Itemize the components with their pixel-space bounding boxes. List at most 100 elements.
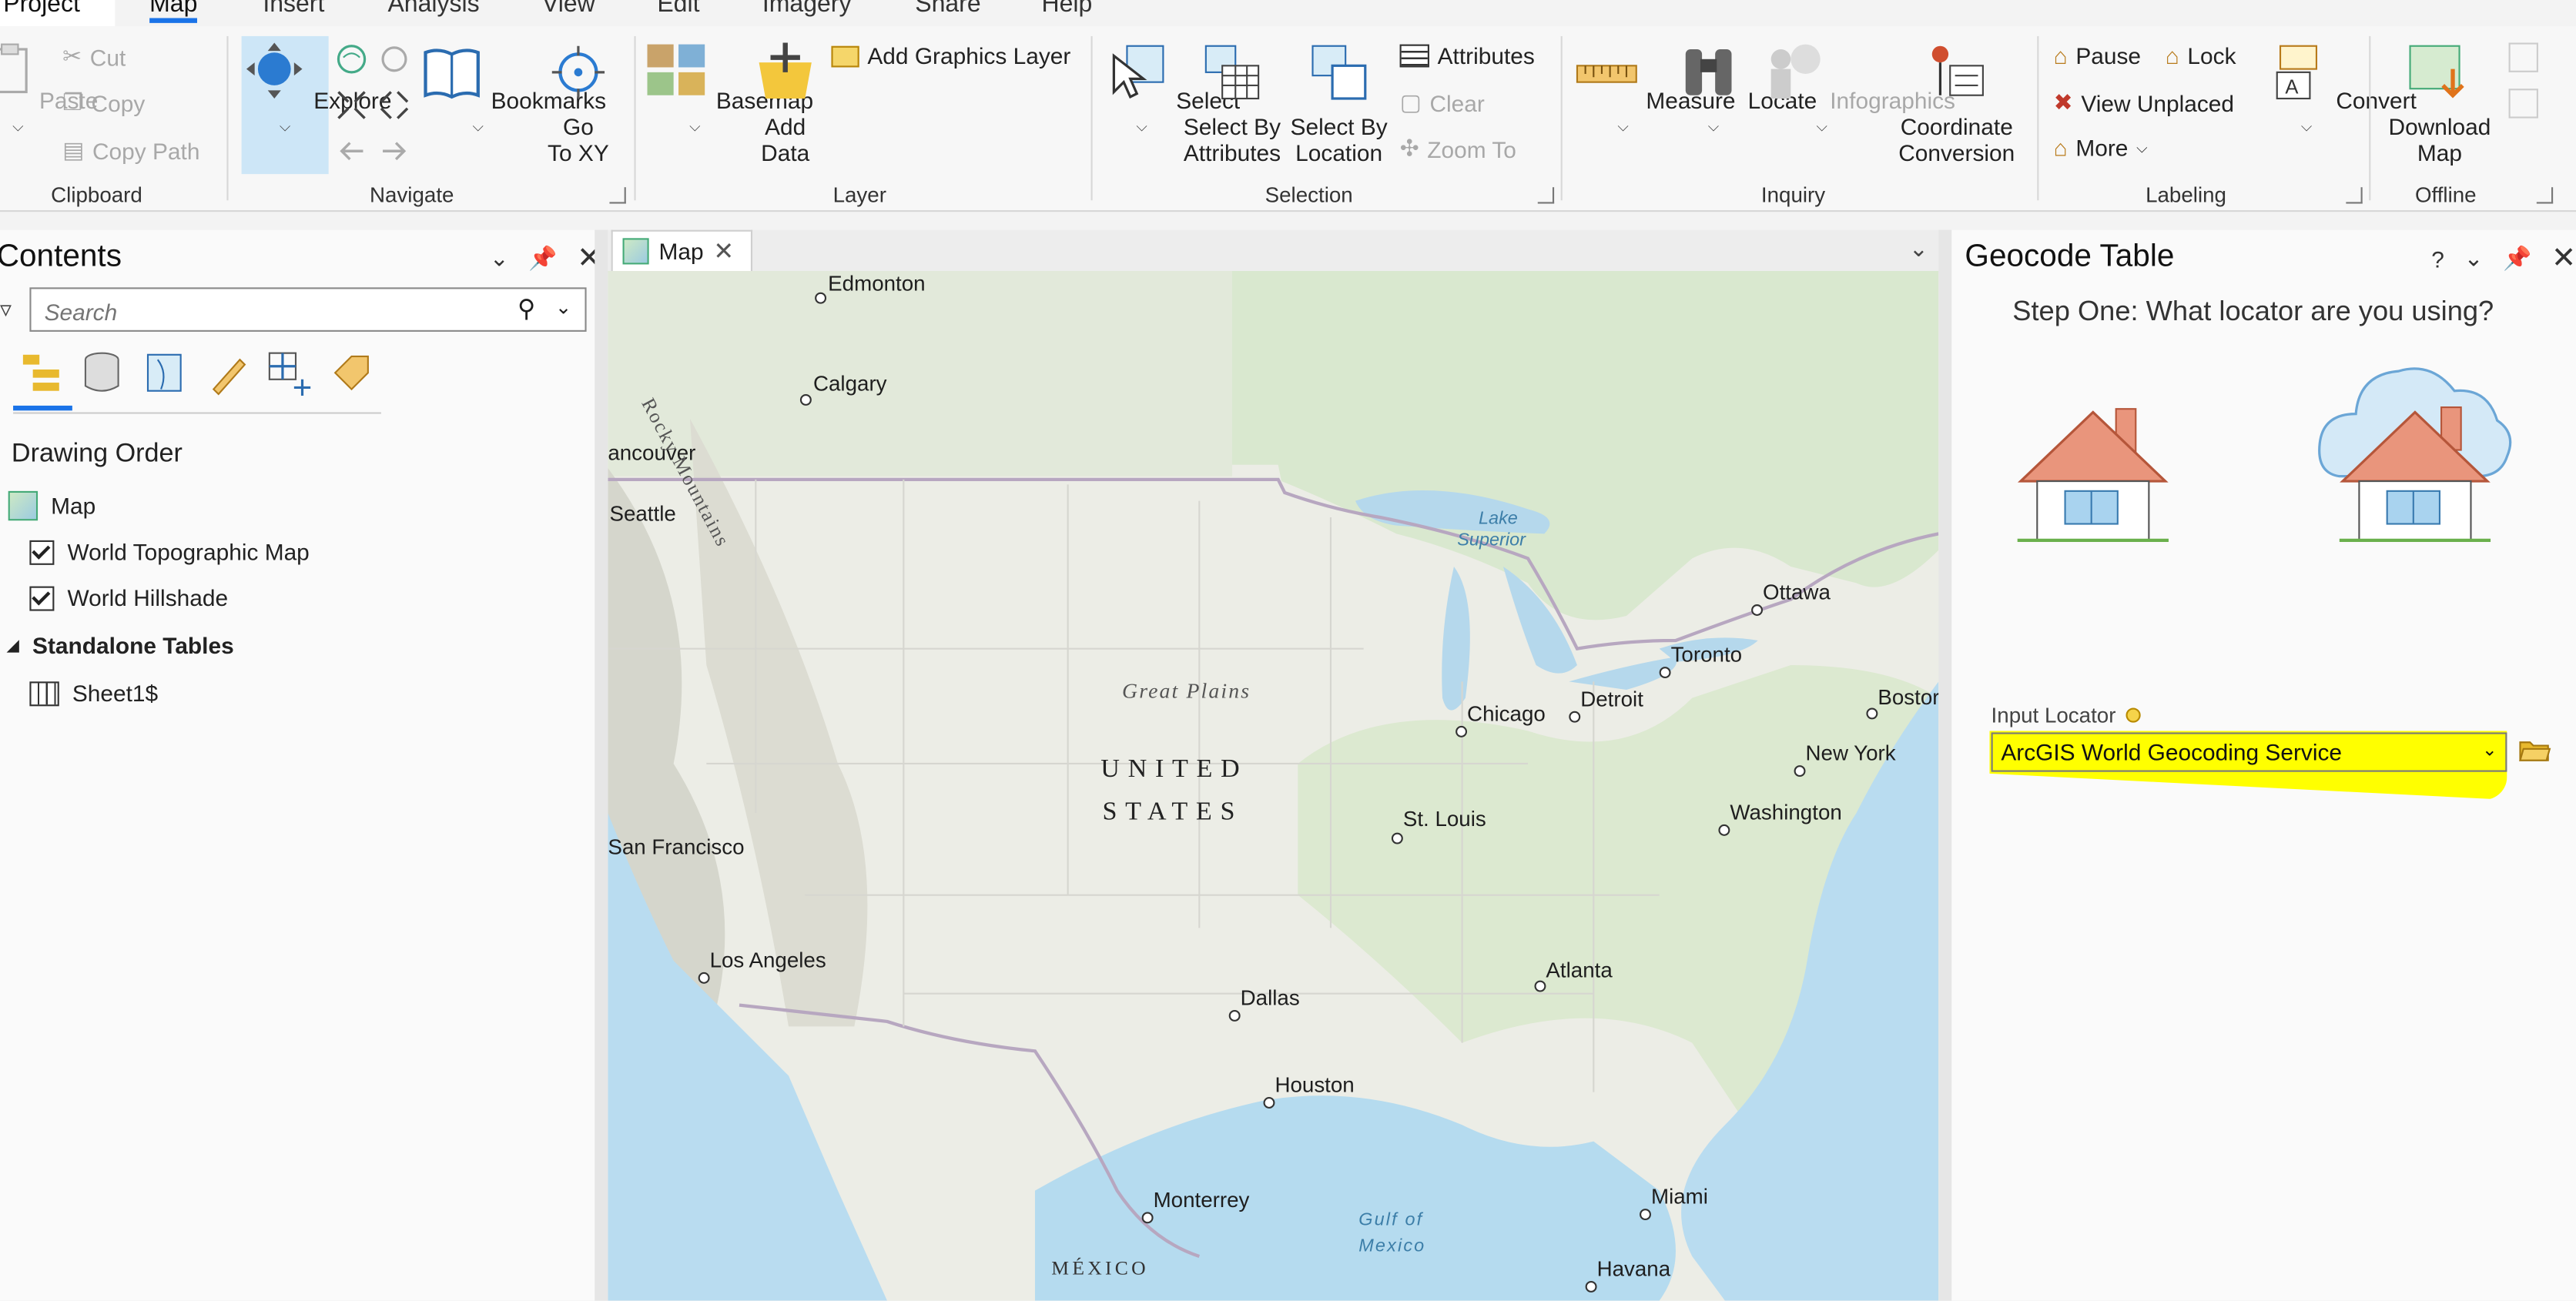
tab-insert[interactable]: Insert bbox=[263, 0, 324, 18]
layer-visibility-checkbox[interactable] bbox=[29, 585, 55, 610]
next-extent-icon[interactable] bbox=[378, 135, 411, 168]
search-input[interactable] bbox=[41, 297, 491, 327]
input-locator-dropdown[interactable]: ArcGIS World Geocoding Service ⌄ bbox=[1991, 732, 2507, 772]
select-by-location-button[interactable]: Select By Location bbox=[1288, 39, 1390, 166]
bookmarks-button[interactable]: Bookmarks ⌵ bbox=[419, 39, 606, 139]
collapse-triangle-icon[interactable]: ◢ bbox=[7, 637, 19, 654]
chevron-down-icon[interactable]: ⌄ bbox=[490, 245, 509, 273]
attributes-table-icon bbox=[1399, 44, 1429, 68]
city-label-monterrey: Monterrey bbox=[1153, 1187, 1250, 1212]
city-marker bbox=[1794, 765, 1806, 778]
standalone-tables-label: Standalone Tables bbox=[32, 632, 234, 659]
pane-splitter[interactable] bbox=[595, 229, 608, 1301]
lock-labels-button[interactable]: ⌂ Lock bbox=[2166, 42, 2236, 69]
convert-labels-button[interactable]: A Convert ⌵ bbox=[2264, 39, 2417, 139]
explore-icon bbox=[246, 42, 303, 99]
tab-view[interactable]: View bbox=[542, 0, 595, 18]
map-view-tab[interactable]: Map ✕ bbox=[611, 229, 753, 271]
copy-button[interactable]: ❐ Copy bbox=[62, 89, 145, 116]
copy-path-button[interactable]: ▤ Copy Path bbox=[62, 136, 199, 164]
group-label-clipboard: Clipboard bbox=[51, 182, 142, 207]
navigate-launcher[interactable] bbox=[609, 187, 626, 204]
download-map-icon bbox=[2409, 45, 2464, 99]
view-unplaced-button[interactable]: ✖ View Unplaced bbox=[2054, 89, 2234, 116]
chevron-down-icon[interactable]: ⌄ bbox=[2464, 245, 2484, 273]
toc-layer-world-hillshade[interactable]: World Hillshade bbox=[29, 584, 229, 611]
locate-button[interactable]: Locate ⌵ bbox=[1676, 39, 1817, 139]
selection-launcher[interactable] bbox=[1537, 187, 1555, 204]
help-icon[interactable]: ? bbox=[2431, 246, 2444, 272]
select-by-attributes-icon bbox=[1204, 45, 1260, 100]
basemap-canvas bbox=[608, 270, 1939, 1301]
list-by-drawing-order-icon[interactable] bbox=[20, 349, 66, 396]
cut-button[interactable]: ✂ Cut bbox=[62, 42, 126, 70]
pin-icon[interactable]: 📌 bbox=[528, 245, 557, 273]
tab-imagery[interactable]: Imagery bbox=[762, 0, 852, 18]
input-locator-label: Input Locator bbox=[1991, 703, 2116, 728]
table-icon bbox=[29, 681, 59, 706]
list-by-snapping-icon[interactable] bbox=[266, 349, 313, 396]
measure-ruler-icon bbox=[1576, 65, 1637, 83]
tab-map[interactable]: Map bbox=[149, 0, 198, 23]
infographics-button[interactable]: Infographics ⌵ bbox=[1758, 39, 1955, 139]
download-map-button[interactable]: Download Map bbox=[2382, 39, 2497, 166]
search-options-chevron-icon[interactable]: ⌄ bbox=[555, 296, 571, 319]
attributes-button[interactable]: Attributes bbox=[1399, 42, 1535, 69]
clear-selection-button[interactable]: ▢ Clear bbox=[1400, 89, 1485, 116]
toc-table-sheet1[interactable]: Sheet1$ bbox=[29, 680, 158, 706]
basemap-button[interactable]: Basemap ⌵ bbox=[644, 39, 813, 139]
labeling-launcher[interactable] bbox=[2346, 187, 2363, 204]
offline-launcher[interactable] bbox=[2536, 187, 2554, 204]
tab-project[interactable]: Project bbox=[0, 0, 116, 27]
city-marker bbox=[1141, 1212, 1154, 1224]
active-view-indicator bbox=[13, 405, 72, 411]
go-to-xy-button[interactable]: Go To XY bbox=[545, 39, 611, 166]
layer-label: World Hillshade bbox=[67, 584, 229, 611]
tab-edit[interactable]: Edit bbox=[657, 0, 699, 18]
close-tab-icon[interactable]: ✕ bbox=[713, 236, 734, 266]
dropdown-chevron-icon: ⌄ bbox=[2481, 741, 2497, 761]
layer-visibility-checkbox[interactable] bbox=[29, 539, 55, 564]
local-house-icon[interactable] bbox=[2014, 403, 2172, 547]
toc-layer-world-topographic[interactable]: World Topographic Map bbox=[29, 539, 310, 565]
search-icon[interactable]: ⚲ bbox=[518, 294, 535, 323]
list-by-source-icon[interactable] bbox=[82, 349, 125, 396]
browse-folder-icon[interactable] bbox=[2518, 737, 2551, 764]
zoom-out-arrows-icon[interactable] bbox=[378, 89, 411, 122]
contents-pane-controls: ⌄ 📌 ✕ bbox=[490, 242, 602, 276]
select-by-attributes-button[interactable]: Select By Attributes bbox=[1180, 39, 1285, 166]
tab-list-chevron-icon[interactable]: ⌄ bbox=[1909, 235, 1928, 263]
measure-button[interactable]: Measure ⌵ bbox=[1574, 39, 1736, 139]
city-label-san-francisco: San Francisco bbox=[608, 834, 745, 859]
toc-item-map[interactable]: Map bbox=[8, 490, 95, 521]
tab-share[interactable]: Share bbox=[915, 0, 980, 18]
cloud-house-icon[interactable] bbox=[2316, 355, 2514, 549]
sync-icon[interactable] bbox=[2508, 42, 2538, 72]
pin-icon[interactable]: 📌 bbox=[2503, 245, 2531, 273]
zoom-in-arrows-icon[interactable] bbox=[335, 89, 368, 122]
pane-splitter[interactable] bbox=[1938, 229, 1952, 1301]
add-data-button[interactable]: Add Data bbox=[752, 39, 818, 166]
full-extent-icon[interactable] bbox=[335, 42, 368, 75]
toc-standalone-tables[interactable]: ◢ Standalone Tables bbox=[7, 632, 234, 658]
select-button[interactable]: Select ⌵ bbox=[1104, 39, 1240, 139]
paste-button[interactable]: Paste ⌵ bbox=[0, 39, 98, 139]
list-by-selection-icon[interactable] bbox=[145, 349, 187, 396]
remove-offline-icon[interactable] bbox=[2508, 89, 2538, 119]
close-icon[interactable]: ✕ bbox=[2551, 242, 2576, 276]
more-labeling-button[interactable]: ⌂ More ⌵ bbox=[2054, 135, 2148, 161]
list-by-labeling-icon[interactable] bbox=[329, 349, 375, 396]
explore-button[interactable]: Explore ⌵ bbox=[241, 35, 391, 175]
filter-icon[interactable]: ▿ bbox=[0, 296, 12, 323]
previous-extent-icon[interactable] bbox=[335, 135, 368, 168]
tab-help[interactable]: Help bbox=[1042, 0, 1093, 18]
pause-labeling-button[interactable]: ⌂ Pause bbox=[2054, 42, 2141, 69]
fixed-zoom-icon[interactable] bbox=[378, 42, 411, 75]
add-graphics-layer-button[interactable]: Add Graphics Layer bbox=[831, 42, 1070, 69]
zoom-to-selection-button[interactable]: ✣ Zoom To bbox=[1400, 135, 1516, 162]
map-view[interactable]: Edmonton Calgary ancouver Seattle San Fr… bbox=[608, 270, 1939, 1301]
binoculars-icon bbox=[1685, 48, 1732, 95]
coordinate-conversion-button[interactable]: Coordinate Conversion bbox=[1893, 39, 2021, 166]
tab-analysis[interactable]: Analysis bbox=[387, 0, 479, 18]
list-by-editing-icon[interactable] bbox=[207, 349, 250, 396]
